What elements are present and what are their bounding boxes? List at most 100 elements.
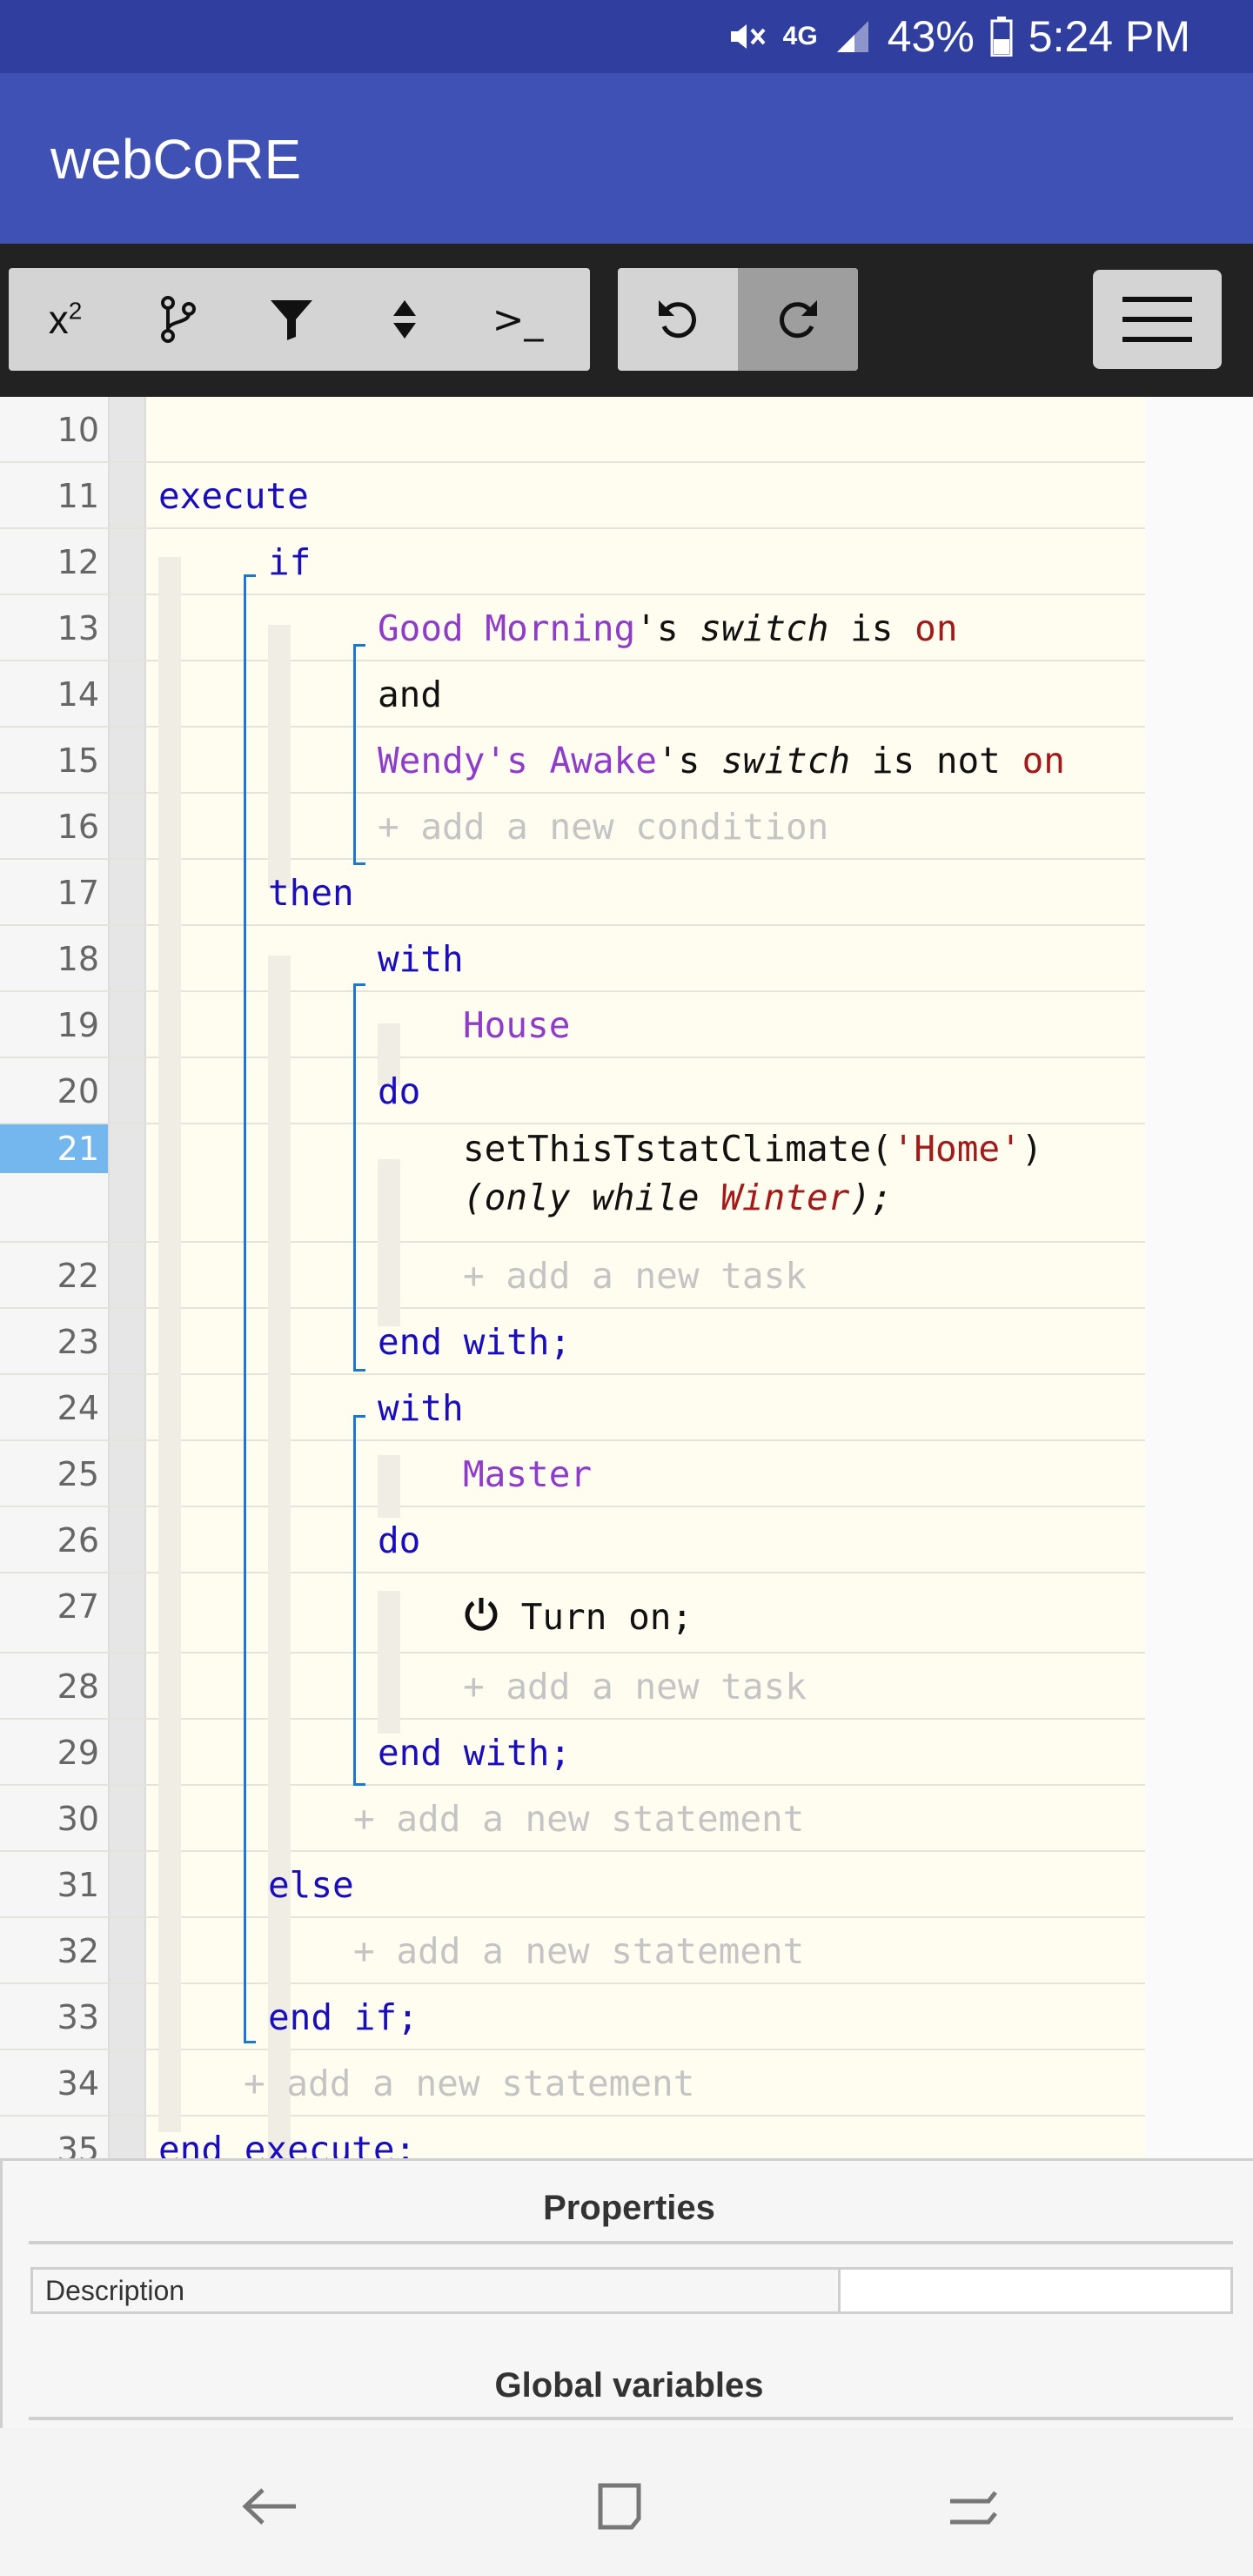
line-number: 14 bbox=[57, 675, 99, 714]
terminal-button[interactable]: >_ bbox=[461, 268, 574, 371]
code-line-condition-2[interactable]: Wendy's Awake's switch is not on bbox=[378, 728, 1065, 794]
code-line-with[interactable]: with bbox=[378, 1375, 464, 1441]
line-number: 13 bbox=[57, 609, 99, 647]
code-line-condition-1[interactable]: Good Morning's switch is on bbox=[378, 595, 958, 661]
filter-icon bbox=[271, 300, 312, 340]
battery-icon bbox=[990, 17, 1013, 57]
line-number: 34 bbox=[57, 2064, 99, 2103]
attribute-name: switch bbox=[720, 740, 851, 782]
code-line-end-execute[interactable]: end execute; bbox=[158, 2116, 416, 2158]
filter-button[interactable] bbox=[235, 268, 348, 371]
home-button[interactable] bbox=[585, 2472, 654, 2541]
sort-icon bbox=[393, 300, 416, 339]
signal-icon bbox=[834, 17, 872, 56]
line-number: 17 bbox=[57, 874, 99, 912]
line-number: 25 bbox=[57, 1455, 99, 1493]
line-number: 26 bbox=[57, 1521, 99, 1560]
code-line-execute[interactable]: execute bbox=[158, 463, 309, 529]
app-bar: webCoRE bbox=[0, 73, 1253, 244]
line-number: 23 bbox=[57, 1323, 99, 1361]
code-line-set-climate[interactable]: setThisTstatClimate('Home') bbox=[463, 1124, 1042, 1173]
code-line-end-with[interactable]: end with; bbox=[378, 1309, 571, 1375]
do-house-bar bbox=[378, 1159, 400, 1326]
undo-icon bbox=[659, 300, 696, 339]
editor-toolbar: x2 >_ bbox=[0, 244, 1253, 397]
line-number: 11 bbox=[57, 477, 99, 515]
network-type: 4G bbox=[782, 22, 818, 50]
code-editor[interactable]: 10 11 12 13 14 15 16 17 18 19 20 21 22 2… bbox=[0, 397, 1253, 2158]
device-house[interactable]: House bbox=[463, 992, 570, 1058]
condition-bracket bbox=[353, 644, 356, 865]
condition-bracket-top bbox=[353, 644, 365, 647]
condition-bracket-bottom bbox=[353, 862, 365, 865]
code-line-then[interactable]: then bbox=[268, 860, 354, 926]
line-number: 31 bbox=[57, 1866, 99, 1904]
code-line-and[interactable]: and bbox=[378, 661, 442, 728]
execute-block-bar bbox=[158, 557, 181, 2132]
code-line-if[interactable]: if bbox=[268, 529, 311, 595]
hamburger-menu-icon bbox=[1122, 297, 1192, 342]
line-number: 35 bbox=[57, 2130, 99, 2158]
sort-button[interactable] bbox=[348, 268, 461, 371]
properties-title: Properties bbox=[543, 2189, 715, 2227]
redo-button[interactable] bbox=[738, 268, 858, 371]
code-line-else[interactable]: else bbox=[268, 1852, 354, 1918]
undo-button[interactable] bbox=[618, 268, 738, 371]
device-name: Wendy's Awake bbox=[378, 740, 657, 782]
if-bracket bbox=[244, 574, 246, 2043]
add-task-link[interactable]: + add a new task bbox=[463, 1654, 807, 1720]
code-line-with[interactable]: with bbox=[378, 926, 464, 992]
with-master-bracket-top bbox=[353, 1415, 365, 1418]
code-line-end-if[interactable]: end if; bbox=[268, 1984, 419, 2050]
with-house-bracket-bottom bbox=[353, 1369, 365, 1372]
description-value[interactable] bbox=[841, 2270, 1230, 2311]
line-number: 30 bbox=[57, 1800, 99, 1838]
line-number: 24 bbox=[57, 1389, 99, 1427]
with-house-bracket bbox=[353, 983, 356, 1372]
back-button[interactable] bbox=[235, 2472, 305, 2541]
app-title: webCoRE bbox=[50, 128, 302, 191]
add-statement-link[interactable]: + add a new statement bbox=[353, 1918, 804, 1984]
menu-button[interactable] bbox=[1093, 270, 1222, 369]
power-icon bbox=[465, 1598, 498, 1631]
superscript-button[interactable]: x2 bbox=[9, 268, 122, 371]
divider bbox=[29, 2417, 1233, 2420]
add-condition-link[interactable]: + add a new condition bbox=[378, 794, 828, 860]
mute-icon bbox=[726, 16, 767, 57]
value: on bbox=[915, 607, 958, 649]
attribute-name: switch bbox=[700, 607, 829, 649]
battery-percent: 43% bbox=[887, 12, 975, 61]
with-house-bracket-top bbox=[353, 983, 365, 986]
line-number: 32 bbox=[57, 1932, 99, 1970]
add-statement-link[interactable]: + add a new statement bbox=[353, 1786, 804, 1852]
navigation-bar bbox=[0, 2428, 1253, 2576]
description-row: Description bbox=[30, 2267, 1233, 2314]
status-bar: 4G 43% 5:24 PM bbox=[0, 0, 1253, 73]
overview-button[interactable] bbox=[938, 2472, 1008, 2541]
tool-group: x2 >_ bbox=[9, 268, 590, 371]
line-number-active: 21 bbox=[0, 1124, 108, 1173]
if-bracket-bottom bbox=[244, 2041, 256, 2043]
do-master-bar bbox=[378, 1591, 400, 1734]
add-statement-link[interactable]: + add a new statement bbox=[244, 2050, 694, 2116]
condition-block-bar bbox=[268, 625, 291, 888]
line-number: 16 bbox=[57, 808, 99, 846]
add-task-link[interactable]: + add a new task bbox=[463, 1243, 807, 1309]
value: on bbox=[1022, 740, 1065, 782]
overview-icon bbox=[950, 2491, 997, 2525]
code-line-only-while[interactable]: (only while Winter); bbox=[463, 1173, 893, 1222]
device-master[interactable]: Master bbox=[463, 1441, 592, 1507]
line-number: 15 bbox=[57, 741, 99, 780]
history-group bbox=[618, 268, 858, 371]
code-line-do[interactable]: do bbox=[378, 1058, 420, 1124]
line-number: 20 bbox=[57, 1072, 99, 1110]
code-line-end-with[interactable]: end with; bbox=[378, 1720, 571, 1786]
line-number: 33 bbox=[57, 1998, 99, 2036]
code-line-do[interactable]: do bbox=[378, 1507, 420, 1573]
fork-button[interactable] bbox=[122, 268, 235, 371]
line-number: 10 bbox=[57, 411, 99, 449]
code-line-turn-on[interactable]: Turn on; bbox=[463, 1573, 693, 1660]
string-arg: 'Home' bbox=[892, 1128, 1022, 1170]
line-number: 27 bbox=[57, 1587, 99, 1626]
with-master-bracket bbox=[353, 1415, 356, 1786]
